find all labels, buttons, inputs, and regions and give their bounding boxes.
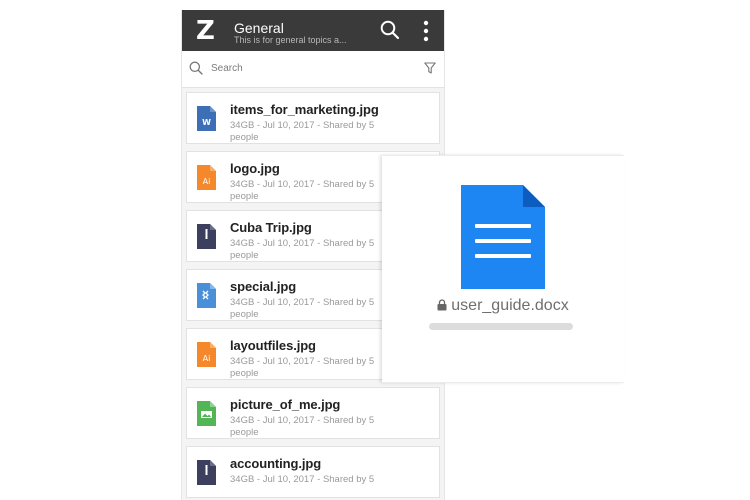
- search-input[interactable]: Search: [211, 63, 243, 74]
- word-doc-icon: W: [197, 106, 216, 131]
- file-name: logo.jpg: [230, 161, 280, 176]
- illustrator-file-icon: Ai: [197, 165, 216, 190]
- dark-file-icon: [197, 224, 216, 249]
- file-meta: 34GB - Jul 10, 2017 - Shared by 5 people: [230, 179, 375, 202]
- search-icon: [189, 61, 203, 75]
- zip-file-icon: [197, 283, 216, 308]
- illustrator-file-icon: Ai: [197, 342, 216, 367]
- google-doc-icon: [461, 185, 545, 289]
- lock-icon: [437, 299, 447, 311]
- file-meta: 34GB - Jul 10, 2017 - Shared by 5 people: [230, 415, 375, 438]
- file-list-item[interactable]: accounting.jpg 34GB - Jul 10, 2017 - Sha…: [186, 446, 440, 498]
- preview-progress-bar: [429, 323, 573, 330]
- file-meta: 34GB - Jul 10, 2017 - Shared by 5 people: [230, 356, 375, 379]
- file-list-item[interactable]: W items_for_marketing.jpg 34GB - Jul 10,…: [186, 92, 440, 144]
- svg-text:Ai: Ai: [203, 177, 211, 186]
- file-name: items_for_marketing.jpg: [230, 102, 379, 117]
- file-meta: 34GB - Jul 10, 2017 - Shared by 5 people: [230, 297, 375, 320]
- file-meta: 34GB - Jul 10, 2017 - Shared by 5 people: [230, 238, 375, 261]
- search-icon[interactable]: [380, 20, 400, 40]
- file-name: Cuba Trip.jpg: [230, 220, 312, 235]
- image-file-icon: [197, 401, 216, 426]
- more-options-icon[interactable]: [422, 20, 430, 42]
- file-name: layoutfiles.jpg: [230, 338, 316, 353]
- app-logo: Z: [196, 16, 215, 46]
- svg-text:W: W: [202, 118, 211, 127]
- file-list-item[interactable]: picture_of_me.jpg 34GB - Jul 10, 2017 - …: [186, 387, 440, 439]
- file-name: accounting.jpg: [230, 456, 322, 471]
- preview-file-name-text: user_guide.docx: [451, 297, 569, 314]
- file-meta: 34GB - Jul 10, 2017 - Shared by 5: [230, 474, 375, 485]
- channel-title: General: [234, 20, 284, 36]
- channel-subtitle: This is for general topics a...: [234, 35, 347, 45]
- preview-file-name: user_guide.docx: [382, 297, 624, 315]
- file-name: picture_of_me.jpg: [230, 397, 341, 412]
- file-meta: 34GB - Jul 10, 2017 - Shared by 5 people: [230, 120, 375, 143]
- file-name: special.jpg: [230, 279, 297, 294]
- app-bar: Z General This is for general topics a..…: [182, 10, 444, 51]
- dark-file-icon: [197, 460, 216, 485]
- svg-text:Ai: Ai: [203, 354, 211, 363]
- search-bar[interactable]: Search: [182, 51, 444, 88]
- filter-icon[interactable]: [424, 62, 436, 74]
- file-preview-card[interactable]: user_guide.docx: [382, 155, 624, 383]
